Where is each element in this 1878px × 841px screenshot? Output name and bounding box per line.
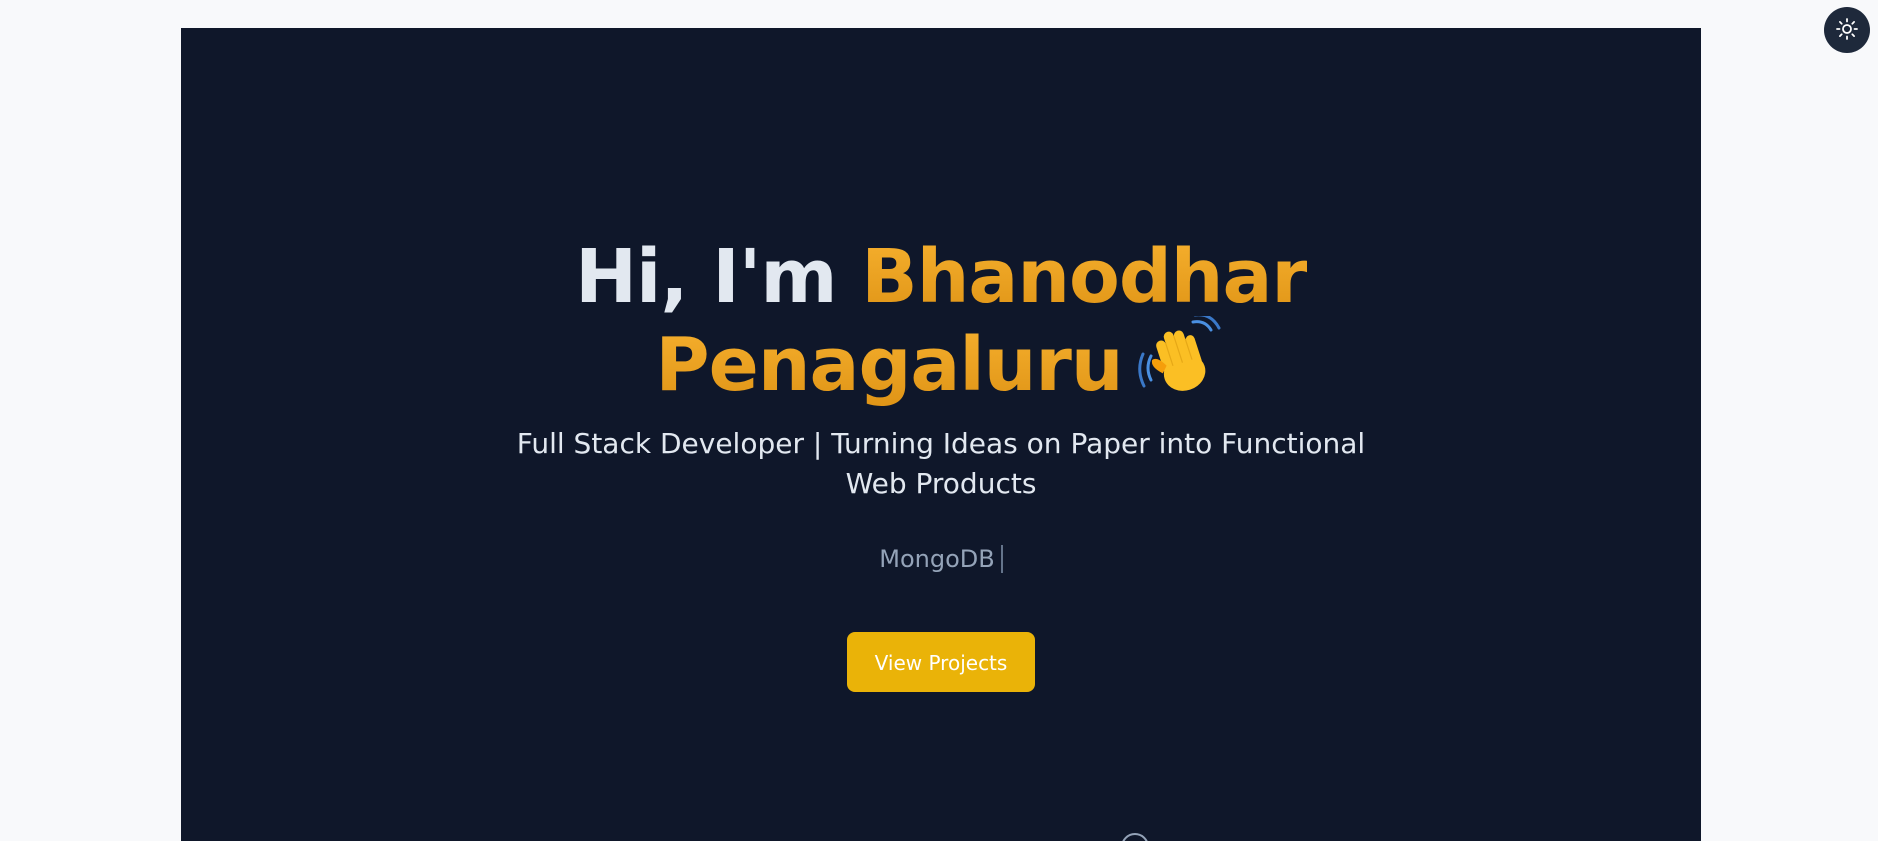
name-first: Bhanodhar <box>861 234 1308 320</box>
name-last: Penagaluru <box>655 322 1123 408</box>
sun-icon <box>1835 17 1859 44</box>
waving-hand-icon <box>1137 313 1227 396</box>
hero-content: Hi, I'm Bhanodhar Penagaluru Full Stack … <box>181 238 1701 692</box>
hero-section: Hi, I'm Bhanodhar Penagaluru Full Stack … <box>181 28 1701 841</box>
theme-toggle-button[interactable] <box>1824 7 1870 53</box>
greeting-text: Hi, I'm <box>575 234 862 320</box>
hero-headline: Hi, I'm Bhanodhar Penagaluru <box>181 238 1701 404</box>
typing-text: MongoDB <box>879 545 995 573</box>
view-projects-button[interactable]: View Projects <box>847 632 1035 692</box>
mouse-scroll-icon[interactable] <box>1121 833 1149 841</box>
typing-cursor <box>1000 545 1003 573</box>
typing-line: MongoDB <box>181 544 1701 574</box>
hero-subtitle: Full Stack Developer | Turning Ideas on … <box>516 427 1366 500</box>
